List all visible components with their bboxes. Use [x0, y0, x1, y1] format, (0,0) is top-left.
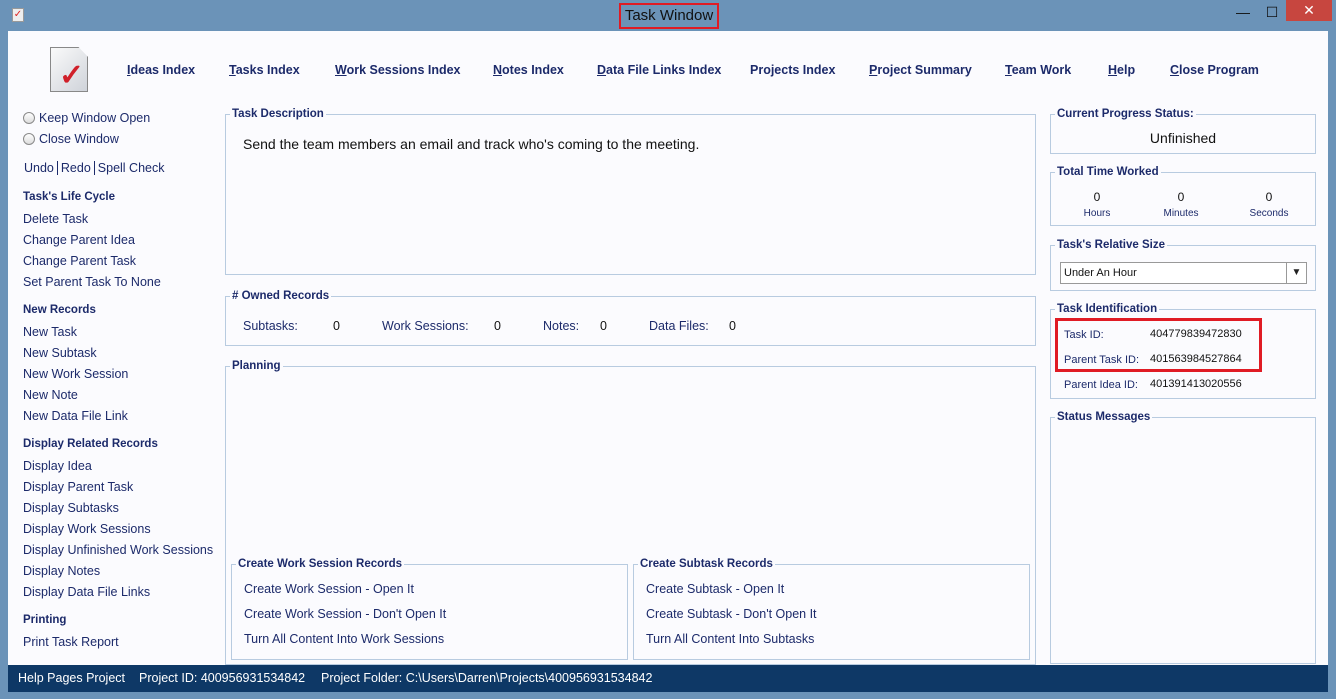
nav-notes-index[interactable]: Notes Index	[493, 63, 564, 77]
sidebar-link-new-subtask[interactable]: New Subtask	[23, 346, 97, 360]
section-heading: Display Related Records	[23, 438, 158, 450]
parent-task-id-value: 401563984527864	[1150, 353, 1242, 365]
owned-count: 0	[600, 319, 607, 333]
create-work-session-link[interactable]: Create Work Session - Don't Open It	[244, 607, 446, 621]
nav-help[interactable]: Help	[1108, 63, 1135, 77]
sidebar-link-change-parent-idea[interactable]: Change Parent Idea	[23, 233, 135, 247]
time-unit-label: Seconds	[1249, 208, 1289, 219]
spell-check-link[interactable]: Spell Check	[98, 161, 165, 175]
owned-label: Notes:	[543, 319, 580, 333]
nav-ideas-index[interactable]: Ideas Index	[127, 63, 195, 77]
keep-window-open-radio[interactable]: Keep Window Open	[23, 111, 150, 125]
task-description-text[interactable]: Send the team members an email and track…	[243, 136, 699, 152]
owned-count: 0	[494, 319, 501, 333]
create-work-session-link[interactable]: Create Work Session - Open It	[244, 582, 414, 596]
owned-label: Data Files:	[649, 319, 709, 333]
task-identification-panel: Task Identification Task ID: 40477983947…	[1050, 303, 1316, 399]
sidebar-link-display-data-file-links[interactable]: Display Data File Links	[23, 585, 150, 599]
sidebar-link-print-task-report[interactable]: Print Task Report	[23, 635, 119, 649]
sidebar-link-display-work-sessions[interactable]: Display Work Sessions	[23, 522, 151, 536]
sidebar-link-new-work-session[interactable]: New Work Session	[23, 367, 128, 381]
radio-icon	[23, 112, 35, 124]
time-value: 0	[1177, 190, 1185, 204]
owned-count: 0	[333, 319, 340, 333]
relative-size-select[interactable]: Under An Hour ▼	[1060, 262, 1307, 284]
task-logo-icon: ✓	[50, 47, 88, 92]
progress-status-panel: Current Progress Status: Unfinished	[1050, 108, 1316, 154]
sidebar-link-display-notes[interactable]: Display Notes	[23, 564, 100, 578]
sidebar-link-set-parent-task-to-none[interactable]: Set Parent Task To None	[23, 275, 161, 289]
close-button[interactable]: ✕	[1286, 0, 1332, 21]
title-bar: ✓ Task Window — ☐ ✕	[0, 0, 1336, 31]
section-heading: New Records	[23, 304, 96, 316]
owned-records-panel: # Owned Records Subtasks: 0 Work Sessions:…	[225, 290, 1036, 346]
section-heading: Printing	[23, 614, 67, 626]
close-window-radio[interactable]: Close Window	[23, 132, 119, 146]
window-title: Task Window	[619, 3, 719, 29]
sidebar-link-new-note[interactable]: New Note	[23, 388, 78, 402]
project-folder: Project Folder: C:\Users\Darren\Projects…	[321, 671, 653, 685]
time-value: 0	[1093, 190, 1101, 204]
progress-status-value: Unfinished	[1149, 130, 1217, 146]
sidebar-link-display-parent-task[interactable]: Display Parent Task	[23, 480, 133, 494]
time-unit-label: Minutes	[1163, 208, 1199, 219]
create-subtask-panel: Create Subtask Records Create Subtask - O…	[633, 558, 1030, 660]
create-subtask-link[interactable]: Create Subtask - Open It	[646, 582, 784, 596]
owned-label: Work Sessions:	[382, 319, 469, 333]
status-messages-panel: Status Messages	[1050, 411, 1316, 664]
nav-close-program[interactable]: Close Program	[1170, 63, 1259, 77]
time-value: 0	[1265, 190, 1273, 204]
parent-idea-id-value: 401391413020556	[1150, 378, 1242, 390]
sidebar-link-display-unfinished-work-sessions[interactable]: Display Unfinished Work Sessions	[23, 543, 213, 557]
sidebar-link-display-idea[interactable]: Display Idea	[23, 459, 92, 473]
maximize-button[interactable]: ☐	[1258, 2, 1286, 22]
owned-count: 0	[729, 319, 736, 333]
section-heading: Task's Life Cycle	[23, 191, 116, 203]
create-subtask-link[interactable]: Turn All Content Into Subtasks	[646, 632, 814, 646]
sidebar-link-display-subtasks[interactable]: Display Subtasks	[23, 501, 119, 515]
nav-tasks-index[interactable]: Tasks Index	[229, 63, 300, 77]
app-icon: ✓	[12, 8, 24, 22]
owned-label: Subtasks:	[243, 319, 298, 333]
create-subtask-link[interactable]: Create Subtask - Don't Open It	[646, 607, 817, 621]
nav-project-summary[interactable]: Project Summary	[869, 63, 972, 77]
sidebar-link-change-parent-task[interactable]: Change Parent Task	[23, 254, 136, 268]
relative-size-panel: Task's Relative Size Under An Hour ▼	[1050, 239, 1316, 291]
project-id: Project ID: 400956931534842	[139, 671, 306, 685]
edit-actions: Undo Redo Spell Check	[24, 161, 164, 175]
create-work-session-link[interactable]: Turn All Content Into Work Sessions	[244, 632, 444, 646]
create-work-session-panel: Create Work Session Records Create Work S…	[231, 558, 628, 660]
chevron-down-icon[interactable]: ▼	[1286, 263, 1306, 283]
status-bar: Help Pages Project Project ID: 400956931…	[8, 665, 1328, 692]
time-unit-label: Hours	[1083, 208, 1111, 219]
undo-link[interactable]: Undo	[24, 161, 54, 175]
nav-work-sessions-index[interactable]: Work Sessions Index	[335, 63, 461, 77]
redo-link[interactable]: Redo	[61, 161, 91, 175]
radio-icon	[23, 133, 35, 145]
nav-team-work[interactable]: Team Work	[1005, 63, 1071, 77]
task-id-value: 404779839472830	[1150, 328, 1242, 340]
nav-data-file-links-index[interactable]: Data File Links Index	[597, 63, 721, 77]
sidebar-link-delete-task[interactable]: Delete Task	[23, 212, 88, 226]
sidebar-link-new-data-file-link[interactable]: New Data File Link	[23, 409, 128, 423]
planning-panel: Planning Create Work Session Records Crea…	[225, 360, 1036, 665]
nav-projects-index[interactable]: Projects Index	[750, 63, 835, 77]
minimize-button[interactable]: —	[1228, 2, 1258, 22]
task-description-panel: Task Description Send the team members a…	[225, 108, 1036, 275]
project-name: Help Pages Project	[18, 671, 126, 685]
sidebar-link-new-task[interactable]: New Task	[23, 325, 77, 339]
time-worked-panel: Total Time Worked 0 Hours 0 Minutes 0 Seconds	[1050, 166, 1316, 226]
